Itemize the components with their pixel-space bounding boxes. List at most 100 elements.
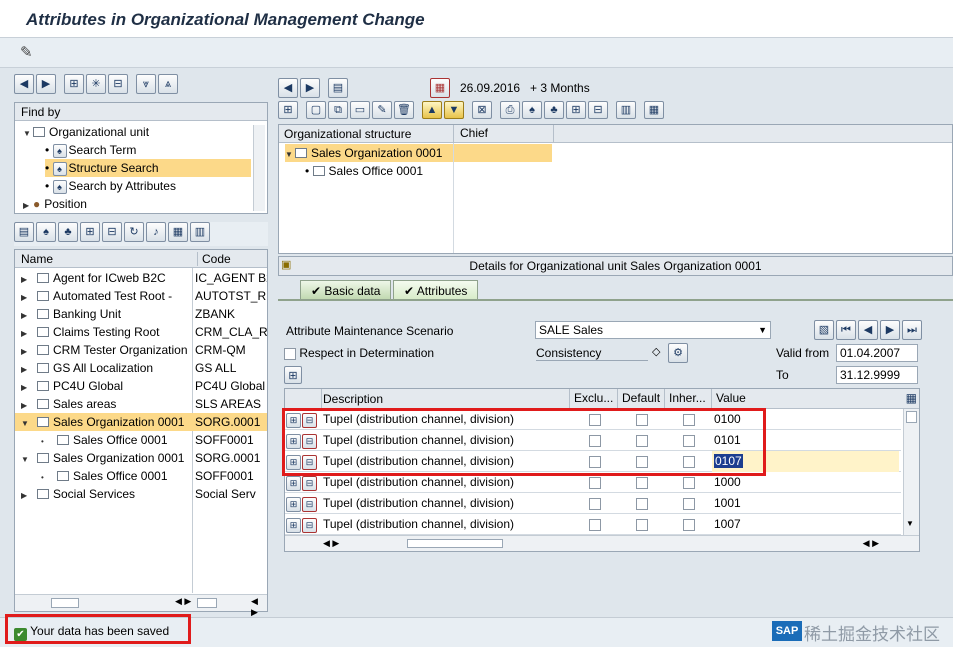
table-icon[interactable]: ▤ — [14, 222, 34, 242]
row-toggle[interactable]: ▶ — [21, 395, 31, 415]
find-scrollbar[interactable] — [253, 125, 265, 211]
row-toggle[interactable]: ▶ — [21, 341, 31, 361]
find-tree-search-attributes[interactable]: • ♠ Search by Attributes — [45, 177, 176, 195]
grid-hscrollbar[interactable]: ◀ ▶ ◀ ▶ — [285, 535, 919, 551]
row-toggle[interactable]: ▶ — [21, 287, 31, 307]
result-row[interactable]: ▶ Agent for ICweb B2C IC_AGENT B2 — [15, 269, 267, 287]
find-tree-structure-search[interactable]: • ♠ Structure Search — [45, 159, 251, 177]
move-up-icon[interactable]: ▲ — [422, 101, 442, 119]
forward-arrow-icon[interactable]: ▶ — [300, 78, 320, 98]
find-icon[interactable]: ♠ — [522, 101, 542, 119]
result-row[interactable]: ▶ CRM Tester Organization CRM-QM — [15, 341, 267, 359]
result-row[interactable]: ▶ Automated Test Root - AUTOTST_R. — [15, 287, 267, 305]
forward-arrow-icon[interactable]: ▶ — [36, 74, 56, 94]
columns-icon[interactable]: ▦ — [168, 222, 188, 242]
delete-value-icon[interactable]: ⊟ — [302, 518, 317, 534]
find-next-icon[interactable]: ♣ — [58, 222, 78, 242]
respect-checkbox[interactable] — [284, 347, 296, 360]
col-chief[interactable]: Chief — [453, 125, 488, 143]
print-icon[interactable]: ⎙ — [500, 101, 520, 119]
grid-row[interactable]: ⊞ ⊟ Tupel (distribution channel, division)… — [285, 514, 901, 535]
period-icon[interactable]: ▧ — [814, 320, 834, 340]
row-toggle[interactable]: ▶ — [21, 323, 31, 343]
tab-attributes[interactable]: ✔ Attributes — [393, 280, 479, 300]
default-checkbox[interactable] — [636, 518, 648, 531]
col-org-structure[interactable]: Organizational structure — [284, 127, 411, 141]
scroll-down-icon[interactable]: ⩔ — [136, 74, 156, 94]
row-toggle[interactable]: ▶ — [21, 269, 31, 289]
exclusive-checkbox[interactable] — [589, 497, 601, 510]
find-tree-search-term[interactable]: • ♠ Search Term — [45, 141, 136, 159]
scroll-thumb-2[interactable] — [197, 598, 217, 608]
delete-value-icon[interactable]: ⊟ — [302, 497, 317, 513]
inherited-checkbox[interactable] — [683, 518, 695, 531]
copy-icon[interactable]: ⧉ — [328, 101, 348, 119]
edit-pencil-icon[interactable]: ✎ — [20, 43, 33, 61]
scroll-down-icon[interactable]: ▼ — [906, 519, 914, 528]
structure-row-sales-org[interactable]: ▼ Sales Organization 0001 — [285, 144, 453, 162]
hierarchy-icon[interactable]: ⊟ — [108, 74, 128, 94]
scenario-dropdown[interactable]: SALE Sales ▼ — [535, 321, 771, 339]
structure-row-sales-office[interactable]: • Sales Office 0001 — [305, 162, 423, 180]
col-exclusive[interactable]: Exclu... — [569, 389, 613, 409]
find-tree-position[interactable]: ▶ ● Position — [23, 195, 87, 213]
check-consistency-icon[interactable]: ⚙ — [668, 343, 688, 363]
add-value-icon[interactable]: ⊞ — [286, 497, 301, 513]
value-cell[interactable]: 1001 — [712, 493, 899, 514]
col-name-header[interactable]: Name — [21, 252, 53, 266]
row-toggle[interactable]: ▶ — [21, 485, 31, 505]
grid-vscrollbar[interactable]: ▼ — [903, 409, 919, 535]
display-icon[interactable]: ▭ — [350, 101, 370, 119]
org-chart-icon[interactable]: ⊠ — [472, 101, 492, 119]
expand-all-icon[interactable]: ⊞ — [566, 101, 586, 119]
delete-icon[interactable]: 🗑 — [394, 101, 414, 119]
col-description[interactable]: Description — [323, 392, 383, 406]
scroll-right-icon[interactable]: ◀ ▶ — [251, 596, 267, 618]
scroll-thumb[interactable] — [51, 598, 79, 608]
chief-cell[interactable] — [454, 144, 552, 162]
row-toggle[interactable]: • — [41, 467, 51, 487]
deselect-icon[interactable]: ⊟ — [102, 222, 122, 242]
layout-icon[interactable]: ▥ — [616, 101, 636, 119]
expand-icon[interactable]: ⊞ — [64, 74, 84, 94]
inherited-checkbox[interactable] — [683, 497, 695, 510]
result-row[interactable]: ▼ Sales Organization 0001 SORG.0001 — [15, 413, 267, 431]
headset-icon[interactable]: ♪ — [146, 222, 166, 242]
columns-icon[interactable]: ▦ — [644, 101, 664, 119]
scroll-left-icon[interactable]: ◀ ▶ — [175, 596, 191, 607]
row-toggle[interactable]: ▶ — [21, 305, 31, 325]
scroll-up-icon[interactable]: ⩓ — [158, 74, 178, 94]
col-inherited[interactable]: Inher... — [664, 389, 706, 409]
add-row-icon[interactable]: ⊞ — [284, 366, 302, 384]
value-cell[interactable]: 1007 — [712, 514, 899, 535]
next-icon[interactable]: ▶ — [880, 320, 900, 340]
last-icon[interactable]: ⏭ — [902, 320, 922, 340]
find-next-icon[interactable]: ♣ — [544, 101, 564, 119]
result-row[interactable]: • Sales Office 0001 SOFF0001 — [15, 467, 267, 485]
collapse-icon[interactable]: ✳ — [86, 74, 106, 94]
scroll-right-icon[interactable]: ◀ ▶ — [863, 538, 879, 549]
change-icon[interactable]: ✎ — [372, 101, 392, 119]
collapse-all-icon[interactable]: ⊟ — [588, 101, 608, 119]
create-icon[interactable]: ▢ — [306, 101, 326, 119]
result-row[interactable]: • Sales Office 0001 SOFF0001 — [15, 431, 267, 449]
result-row[interactable]: ▼ Sales Organization 0001 SORG.0001 — [15, 449, 267, 467]
scroll-thumb[interactable] — [407, 539, 503, 548]
scroll-left-icon[interactable]: ◀ ▶ — [323, 538, 339, 549]
result-row[interactable]: ▶ Claims Testing Root CRM_CLA_RO. — [15, 323, 267, 341]
delete-value-icon[interactable]: ⊟ — [302, 476, 317, 492]
layout-icon[interactable]: ▥ — [190, 222, 210, 242]
row-toggle[interactable]: ▼ — [21, 413, 31, 433]
exclusive-checkbox[interactable] — [589, 476, 601, 489]
row-toggle[interactable]: ▶ — [21, 377, 31, 397]
tab-basic-data[interactable]: ✔ Basic data — [300, 280, 392, 300]
back-arrow-icon[interactable]: ◀ — [278, 78, 298, 98]
row-toggle[interactable]: • — [41, 431, 51, 451]
back-arrow-icon[interactable]: ◀ — [14, 74, 34, 94]
assign-icon[interactable]: ⊞ — [278, 101, 298, 119]
select-icon[interactable]: ⊞ — [80, 222, 100, 242]
calendar-icon[interactable]: ▦ — [430, 78, 450, 98]
col-code-header[interactable]: Code — [197, 252, 231, 266]
row-toggle[interactable]: ▼ — [21, 449, 31, 469]
move-down-icon[interactable]: ▼ — [444, 101, 464, 119]
